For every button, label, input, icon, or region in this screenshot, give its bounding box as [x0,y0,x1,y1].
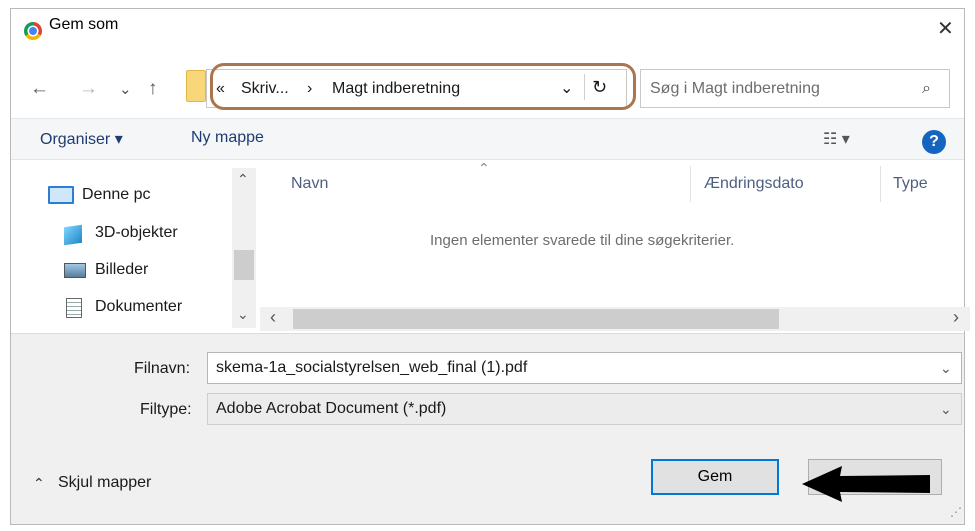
search-icon[interactable]: ⌕ [922,80,931,98]
up-button[interactable]: ↑ [148,79,158,98]
column-header-modified[interactable]: Ændringsdato [704,175,804,193]
filename-label: Filnavn: [134,360,191,377]
recent-locations-icon[interactable]: ⌄ [119,82,132,97]
column-header-name[interactable]: Navn [291,175,328,193]
forward-button[interactable]: → [79,79,98,98]
filetype-value[interactable]: Adobe Acrobat Document (*.pdf) [216,400,446,418]
pictures-icon [64,263,86,278]
chevron-up-icon[interactable]: ⌃ [33,475,45,492]
help-icon[interactable]: ? [922,130,946,154]
search-input[interactable]: Søg i Magt indberetning [650,80,820,98]
save-button[interactable]: Gem [651,459,779,495]
sidebar-item-documents[interactable]: Dokumenter [95,298,182,316]
filename-value[interactable]: skema-1a_socialstyrelsen_web_final (1).p… [216,359,527,377]
address-highlight-annotation [210,63,636,110]
organize-button[interactable]: Organiser ▾ [40,129,123,149]
back-button[interactable]: ← [30,79,49,98]
computer-icon [48,186,74,204]
column-divider[interactable] [880,166,881,202]
close-icon[interactable]: ✕ [937,19,954,39]
scroll-right-icon[interactable]: › [953,307,959,328]
arrow-annotation-icon [802,466,930,502]
folder-icon [186,70,206,102]
sidebar-item-3d-objects[interactable]: 3D-objekter [95,224,178,242]
filetype-dropdown-icon[interactable]: ⌄ [940,401,952,418]
sidebar-scrollbar[interactable] [232,168,256,328]
column-divider[interactable] [690,166,691,202]
documents-icon [66,298,82,318]
file-list-hscroll-thumb[interactable] [293,309,779,329]
window-title: Gem som [49,16,119,33]
sort-ascending-icon: ⌃ [478,160,490,176]
scroll-down-icon[interactable]: ⌄ [237,306,249,323]
filename-dropdown-icon[interactable]: ⌄ [940,360,952,377]
chrome-icon [24,22,42,40]
empty-results-message: Ingen elementer svarede til dine søgekri… [430,232,735,249]
sidebar-item-this-pc[interactable]: Denne pc [82,186,151,204]
cube-icon [64,224,82,246]
sidebar-scroll-thumb[interactable] [234,250,254,280]
command-bar [11,118,964,160]
hide-folders-button[interactable]: Skjul mapper [58,474,151,492]
sidebar-item-pictures[interactable]: Billeder [95,261,148,279]
resize-grip-icon[interactable]: ⋰ [950,505,962,519]
scroll-up-icon[interactable]: ⌃ [237,171,249,188]
new-folder-button[interactable]: Ny mappe [191,129,264,147]
column-header-type[interactable]: Type [893,175,928,193]
scroll-left-icon[interactable]: ‹ [270,307,276,328]
filetype-label: Filtype: [140,401,192,418]
view-options-icon[interactable]: ☷ ▾ [823,129,850,149]
